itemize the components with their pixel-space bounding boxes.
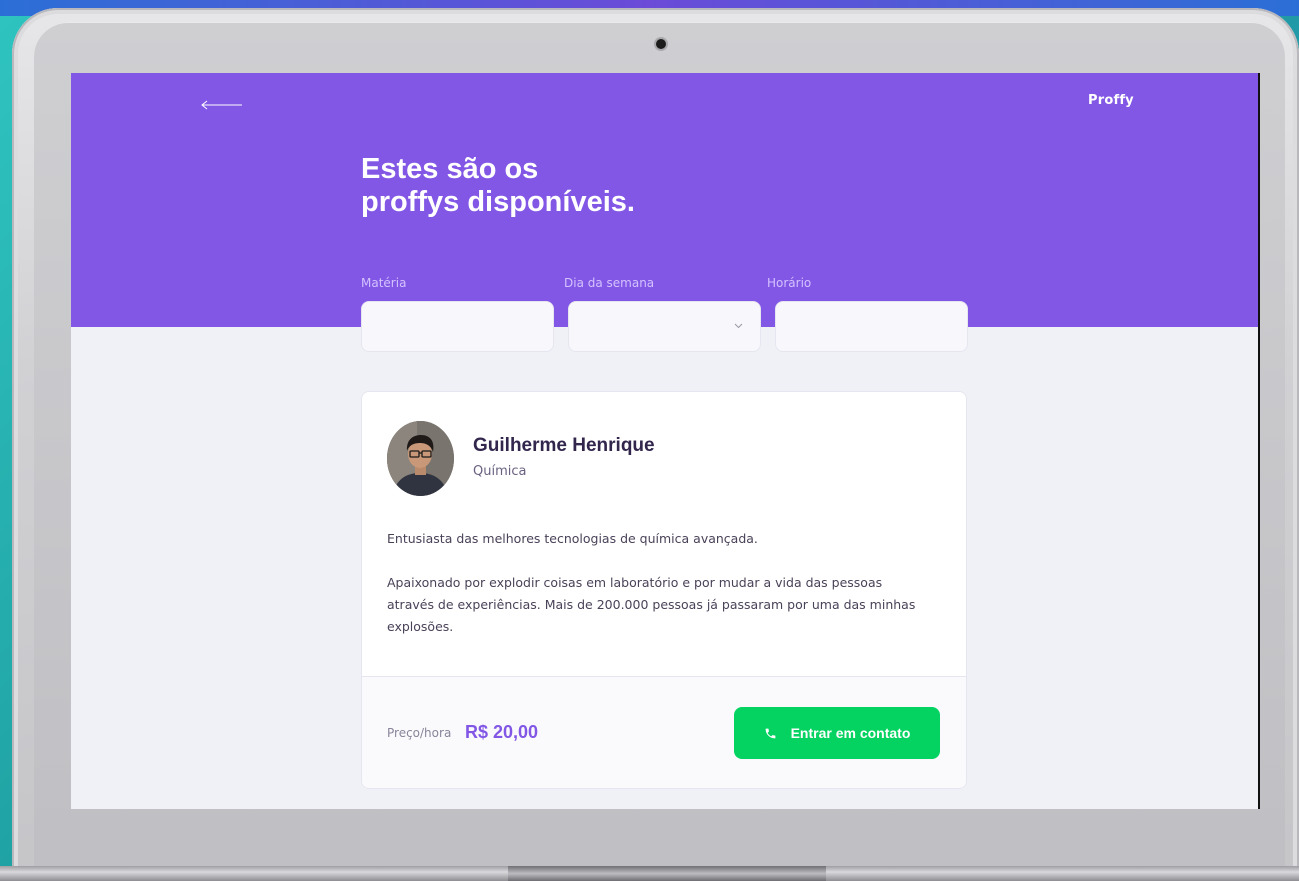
- contact-button-label: Entrar em contato: [790, 725, 911, 741]
- app-screen: Proffy Estes são os proffys disponíveis.…: [71, 73, 1260, 809]
- brand-logo: Proffy: [1088, 93, 1134, 108]
- chevron-down-icon: [734, 323, 743, 329]
- whatsapp-icon: [765, 728, 775, 738]
- price-value: R$ 20,00: [465, 722, 539, 742]
- subject-label: Matéria: [361, 276, 407, 290]
- laptop-hinge-notch: [508, 866, 826, 881]
- teacher-subject: Química: [473, 464, 527, 479]
- teacher-name: Guilherme Henrique: [473, 435, 655, 456]
- page-title-line-1: Estes são os: [361, 153, 539, 185]
- time-input[interactable]: [775, 301, 968, 352]
- page-header: Proffy Estes são os proffys disponíveis.…: [71, 73, 1258, 327]
- avatar: [387, 421, 454, 496]
- weekday-label: Dia da semana: [564, 276, 655, 290]
- price-label: Preço/hora: [387, 726, 452, 740]
- page-title: Estes são os proffys disponíveis.: [361, 153, 781, 219]
- card-footer: Preço/hora R$ 20,00 Entrar em contato: [362, 676, 966, 788]
- avatar-photo: [387, 421, 454, 496]
- page-title-line-2: proffys disponíveis.: [361, 186, 635, 218]
- teacher-bio-paragraph: Entusiasta das melhores tecnologias de q…: [387, 531, 758, 546]
- contact-button[interactable]: Entrar em contato: [734, 707, 940, 759]
- arrow-left-icon[interactable]: [201, 100, 243, 110]
- weekday-select[interactable]: [568, 301, 761, 352]
- subject-input[interactable]: [361, 301, 554, 352]
- teacher-card: Guilherme Henrique Química Entusiasta da…: [361, 391, 967, 789]
- teacher-bio-paragraph: Apaixonado por explodir coisas em labora…: [387, 575, 916, 634]
- time-label: Horário: [767, 276, 812, 290]
- webcam: [656, 39, 666, 49]
